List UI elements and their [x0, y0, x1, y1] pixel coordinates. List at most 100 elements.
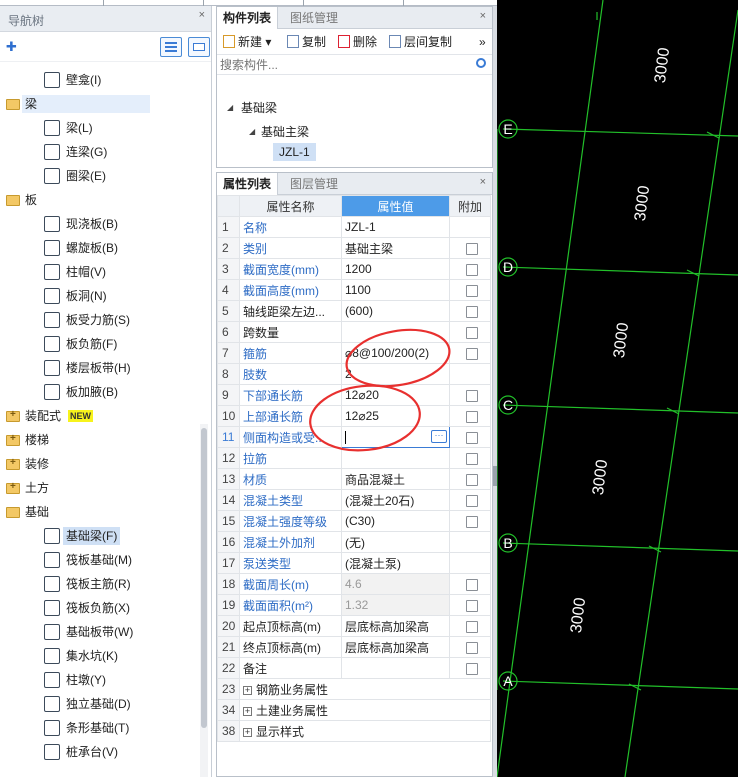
- attach-checkbox[interactable]: [466, 410, 478, 423]
- nav-tree-item[interactable]: 基础: [0, 500, 198, 524]
- nav-tree-item[interactable]: 独立基础(D): [0, 692, 198, 716]
- property-value[interactable]: 12⌀20: [341, 384, 450, 406]
- property-value[interactable]: JZL-1: [341, 216, 450, 238]
- property-value[interactable]: (混凝土泵): [341, 552, 450, 574]
- nav-tree-item[interactable]: 板受力筋(S): [0, 308, 198, 332]
- property-row[interactable]: 2 类别 基础主梁: [217, 237, 491, 259]
- attach-checkbox[interactable]: [466, 620, 478, 633]
- nav-tree-item[interactable]: 梁: [0, 92, 198, 116]
- nav-tree-item[interactable]: 基础板带(W): [0, 620, 198, 644]
- tree-node-foundation-beam[interactable]: 基础梁: [241, 99, 277, 116]
- close-icon[interactable]: ×: [480, 10, 486, 22]
- attach-checkbox[interactable]: [466, 473, 478, 486]
- attach-checkbox[interactable]: [466, 578, 478, 591]
- property-row[interactable]: 16 混凝土外加剂 (无): [217, 531, 491, 553]
- property-value[interactable]: 4.6: [341, 573, 450, 595]
- delete-button[interactable]: 删除: [338, 34, 377, 50]
- expand-plus-icon[interactable]: +: [243, 685, 252, 695]
- nav-tree-item[interactable]: 筏板基础(M): [0, 548, 198, 572]
- property-row[interactable]: 20 起点顶标高(m) 层底标高加梁高: [217, 615, 491, 637]
- property-row[interactable]: 7 箍筋 ⌀8@100/200(2): [217, 342, 491, 364]
- property-group-row[interactable]: 34 + 土建业务属性: [217, 699, 491, 721]
- attach-checkbox[interactable]: [466, 431, 478, 444]
- property-row[interactable]: 14 混凝土类型 (混凝土20石): [217, 489, 491, 511]
- nav-tree-item[interactable]: 连梁(G): [0, 140, 198, 164]
- attach-checkbox[interactable]: [466, 641, 478, 654]
- attach-checkbox[interactable]: [466, 515, 478, 528]
- property-value[interactable]: 12⌀25: [341, 405, 450, 427]
- property-row[interactable]: 21 终点顶标高(m) 层底标高加梁高: [217, 636, 491, 658]
- property-value[interactable]: [341, 321, 450, 343]
- property-value[interactable]: ⌀8@100/200(2): [341, 342, 450, 364]
- nav-scroll-thumb[interactable]: [201, 428, 207, 728]
- expand-triangle-icon[interactable]: ◢: [227, 103, 233, 112]
- nav-tree-item[interactable]: 土方: [0, 476, 198, 500]
- property-row[interactable]: 10 上部通长筋 12⌀25: [217, 405, 491, 427]
- property-value[interactable]: 商品混凝土: [341, 468, 450, 490]
- nav-tree-item[interactable]: 柱帽(V): [0, 260, 198, 284]
- property-row[interactable]: 1 名称 JZL-1: [217, 216, 491, 238]
- nav-tree-item[interactable]: 板洞(N): [0, 284, 198, 308]
- property-value[interactable]: 层底标高加梁高: [341, 636, 450, 658]
- property-row[interactable]: 12 拉筋: [217, 447, 491, 469]
- attach-checkbox[interactable]: [466, 662, 478, 675]
- nav-tree-item[interactable]: 楼梯: [0, 428, 198, 452]
- nav-tree-item[interactable]: 柱墩(Y): [0, 668, 198, 692]
- tree-node-main-foundation-beam[interactable]: 基础主梁: [261, 123, 309, 140]
- nav-tree-item[interactable]: 螺旋板(B): [0, 236, 198, 260]
- ellipsis-button[interactable]: ···: [431, 430, 447, 443]
- tab-property-list[interactable]: 属性列表: [217, 173, 279, 195]
- property-value[interactable]: 1.32: [341, 594, 450, 616]
- property-value[interactable]: (C30): [341, 510, 450, 532]
- more-tools-button[interactable]: »: [479, 34, 486, 50]
- attach-checkbox[interactable]: [466, 242, 478, 255]
- new-button[interactable]: 新建 ▾: [223, 34, 271, 50]
- property-value[interactable]: (无): [341, 531, 450, 553]
- expand-plus-icon[interactable]: +: [243, 706, 252, 716]
- attach-checkbox[interactable]: [466, 494, 478, 507]
- property-value[interactable]: 层底标高加梁高: [341, 615, 450, 637]
- property-value[interactable]: 基础主梁: [341, 237, 450, 259]
- close-icon[interactable]: ×: [199, 9, 205, 21]
- attach-checkbox[interactable]: [466, 599, 478, 612]
- nav-tree-item[interactable]: 板负筋(F): [0, 332, 198, 356]
- attach-checkbox[interactable]: [466, 305, 478, 318]
- group-cell[interactable]: + 土建业务属性: [239, 699, 491, 721]
- nav-tree-item[interactable]: 筏板主筋(R): [0, 572, 198, 596]
- nav-tree-item[interactable]: 桩承台(V): [0, 740, 198, 764]
- nav-tree-item[interactable]: 基础梁(F): [0, 524, 198, 548]
- floor-copy-button[interactable]: 层间复制: [389, 34, 452, 50]
- list-view-button[interactable]: [160, 37, 182, 57]
- attach-checkbox[interactable]: [466, 389, 478, 402]
- nav-tree-item[interactable]: 筏板负筋(X): [0, 596, 198, 620]
- attach-checkbox[interactable]: [466, 452, 478, 465]
- property-value[interactable]: (混凝土20石): [341, 489, 450, 511]
- property-row[interactable]: 19 截面面积(m²) 1.32: [217, 594, 491, 616]
- nav-tree-item[interactable]: 圈梁(E): [0, 164, 198, 188]
- property-group-row[interactable]: 23 + 钢筋业务属性: [217, 678, 491, 700]
- property-value[interactable]: 1100: [341, 279, 450, 301]
- add-sparkle-icon[interactable]: ✚: [6, 39, 17, 55]
- nav-tree-item[interactable]: 现浇板(B): [0, 212, 198, 236]
- property-value-input[interactable]: ···: [341, 426, 450, 448]
- property-row[interactable]: 3 截面宽度(mm) 1200: [217, 258, 491, 280]
- nav-tree-item[interactable]: 条形基础(T): [0, 716, 198, 740]
- property-group-row[interactable]: 38 + 显示样式: [217, 720, 491, 742]
- property-row[interactable]: 18 截面周长(m) 4.6: [217, 573, 491, 595]
- tab-layer-management[interactable]: 图层管理: [284, 173, 344, 195]
- property-row[interactable]: 11 侧面构造或受... ···: [217, 426, 491, 448]
- nav-tree-item[interactable]: 壁龛(I): [0, 68, 198, 92]
- attach-checkbox[interactable]: [466, 347, 478, 360]
- nav-tree-item[interactable]: 楼层板带(H): [0, 356, 198, 380]
- nav-scrollbar[interactable]: [200, 424, 208, 777]
- property-value[interactable]: 2: [341, 363, 450, 385]
- property-row[interactable]: 8 肢数 2: [217, 363, 491, 385]
- nav-tree-item[interactable]: 梁(L): [0, 116, 198, 140]
- attach-checkbox[interactable]: [466, 284, 478, 297]
- property-value[interactable]: 1200: [341, 258, 450, 280]
- property-row[interactable]: 4 截面高度(mm) 1100: [217, 279, 491, 301]
- component-search-input[interactable]: [217, 55, 457, 74]
- search-icon[interactable]: [476, 58, 486, 68]
- property-row[interactable]: 15 混凝土强度等级 (C30): [217, 510, 491, 532]
- cad-grid[interactable]: E D C B A 3000 3000 3000 3000 3000: [496, 0, 738, 778]
